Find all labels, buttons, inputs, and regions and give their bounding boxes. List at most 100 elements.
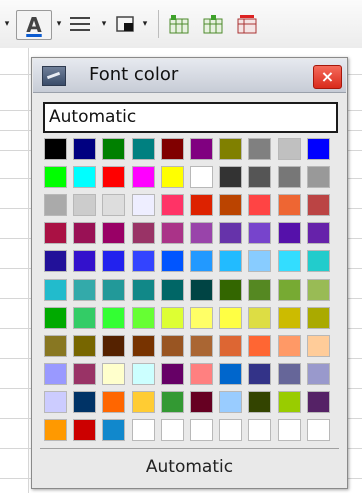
color-swatch[interactable]: [219, 279, 242, 301]
color-swatch[interactable]: [132, 222, 155, 244]
color-swatch[interactable]: [190, 335, 213, 357]
color-swatch[interactable]: [248, 279, 271, 301]
color-swatch[interactable]: [248, 194, 271, 216]
color-swatch[interactable]: [102, 307, 125, 329]
color-swatch[interactable]: [73, 279, 96, 301]
color-swatch[interactable]: [248, 166, 271, 188]
borders-dropdown-arrow[interactable]: ▾: [140, 10, 150, 38]
font-color-button[interactable]: A: [16, 10, 52, 40]
color-swatch[interactable]: [219, 166, 242, 188]
color-swatch[interactable]: [161, 279, 184, 301]
color-swatch[interactable]: [161, 166, 184, 188]
color-swatch[interactable]: [102, 194, 125, 216]
color-swatch[interactable]: [44, 391, 67, 413]
insert-column-button[interactable]: [166, 10, 192, 38]
color-swatch[interactable]: [219, 194, 242, 216]
color-swatch[interactable]: [44, 279, 67, 301]
line-style-button[interactable]: [67, 10, 93, 38]
color-swatch[interactable]: [161, 307, 184, 329]
color-swatch[interactable]: [44, 335, 67, 357]
font-color-dropdown-arrow[interactable]: ▾: [54, 10, 64, 38]
color-swatch[interactable]: [44, 166, 67, 188]
color-swatch[interactable]: [278, 222, 301, 244]
color-swatch[interactable]: [102, 222, 125, 244]
color-swatch[interactable]: [307, 222, 330, 244]
close-button[interactable]: ×: [313, 65, 342, 89]
color-swatch[interactable]: [307, 419, 330, 441]
color-swatch[interactable]: [102, 419, 125, 441]
color-swatch[interactable]: [248, 391, 271, 413]
color-swatch[interactable]: [102, 363, 125, 385]
color-swatch[interactable]: [73, 335, 96, 357]
color-swatch[interactable]: [102, 335, 125, 357]
color-swatch[interactable]: [219, 391, 242, 413]
color-swatch[interactable]: [248, 363, 271, 385]
color-swatch[interactable]: [248, 250, 271, 272]
color-swatch[interactable]: [219, 307, 242, 329]
color-swatch[interactable]: [219, 250, 242, 272]
borders-button[interactable]: [114, 10, 138, 38]
color-swatch[interactable]: [102, 250, 125, 272]
color-swatch[interactable]: [190, 222, 213, 244]
color-swatch[interactable]: [102, 166, 125, 188]
color-swatch[interactable]: [44, 138, 67, 160]
color-swatch[interactable]: [307, 194, 330, 216]
color-swatch[interactable]: [132, 307, 155, 329]
color-swatch[interactable]: [73, 250, 96, 272]
color-swatch[interactable]: [278, 166, 301, 188]
color-swatch[interactable]: [132, 194, 155, 216]
color-swatch[interactable]: [307, 279, 330, 301]
color-swatch[interactable]: [73, 166, 96, 188]
color-swatch[interactable]: [248, 335, 271, 357]
color-swatch[interactable]: [161, 250, 184, 272]
color-swatch[interactable]: [278, 194, 301, 216]
color-swatch[interactable]: [248, 222, 271, 244]
color-swatch[interactable]: [44, 222, 67, 244]
color-swatch[interactable]: [73, 307, 96, 329]
color-swatch[interactable]: [102, 279, 125, 301]
color-swatch[interactable]: [161, 194, 184, 216]
color-swatch[interactable]: [219, 363, 242, 385]
color-swatch[interactable]: [73, 363, 96, 385]
color-swatch[interactable]: [248, 138, 271, 160]
color-swatch[interactable]: [73, 194, 96, 216]
color-swatch[interactable]: [132, 279, 155, 301]
color-swatch[interactable]: [73, 391, 96, 413]
color-swatch[interactable]: [190, 166, 213, 188]
color-swatch[interactable]: [307, 138, 330, 160]
color-swatch[interactable]: [278, 363, 301, 385]
color-swatch[interactable]: [219, 222, 242, 244]
color-swatch[interactable]: [307, 250, 330, 272]
color-swatch[interactable]: [278, 250, 301, 272]
delete-column-button[interactable]: [234, 10, 260, 38]
color-swatch[interactable]: [73, 138, 96, 160]
color-swatch[interactable]: [278, 419, 301, 441]
color-swatch[interactable]: [307, 166, 330, 188]
color-swatch[interactable]: [307, 363, 330, 385]
color-swatch[interactable]: [161, 335, 184, 357]
color-swatch[interactable]: [190, 194, 213, 216]
color-swatch[interactable]: [307, 391, 330, 413]
color-swatch[interactable]: [132, 335, 155, 357]
chevron-down-icon[interactable]: ▾: [2, 10, 12, 38]
color-swatch[interactable]: [190, 250, 213, 272]
color-swatch[interactable]: [132, 391, 155, 413]
color-swatch[interactable]: [73, 222, 96, 244]
color-swatch[interactable]: [278, 279, 301, 301]
color-swatch[interactable]: [161, 222, 184, 244]
color-swatch[interactable]: [307, 307, 330, 329]
color-swatch[interactable]: [132, 138, 155, 160]
color-swatch[interactable]: [44, 250, 67, 272]
color-swatch[interactable]: [307, 335, 330, 357]
color-swatch[interactable]: [44, 194, 67, 216]
color-swatch[interactable]: [278, 138, 301, 160]
color-swatch[interactable]: [161, 391, 184, 413]
color-swatch[interactable]: [44, 419, 67, 441]
color-swatch[interactable]: [190, 363, 213, 385]
color-swatch[interactable]: [190, 307, 213, 329]
color-swatch[interactable]: [161, 138, 184, 160]
color-swatch[interactable]: [132, 166, 155, 188]
line-style-dropdown-arrow[interactable]: ▾: [99, 10, 109, 38]
color-swatch[interactable]: [219, 335, 242, 357]
color-swatch[interactable]: [190, 419, 213, 441]
